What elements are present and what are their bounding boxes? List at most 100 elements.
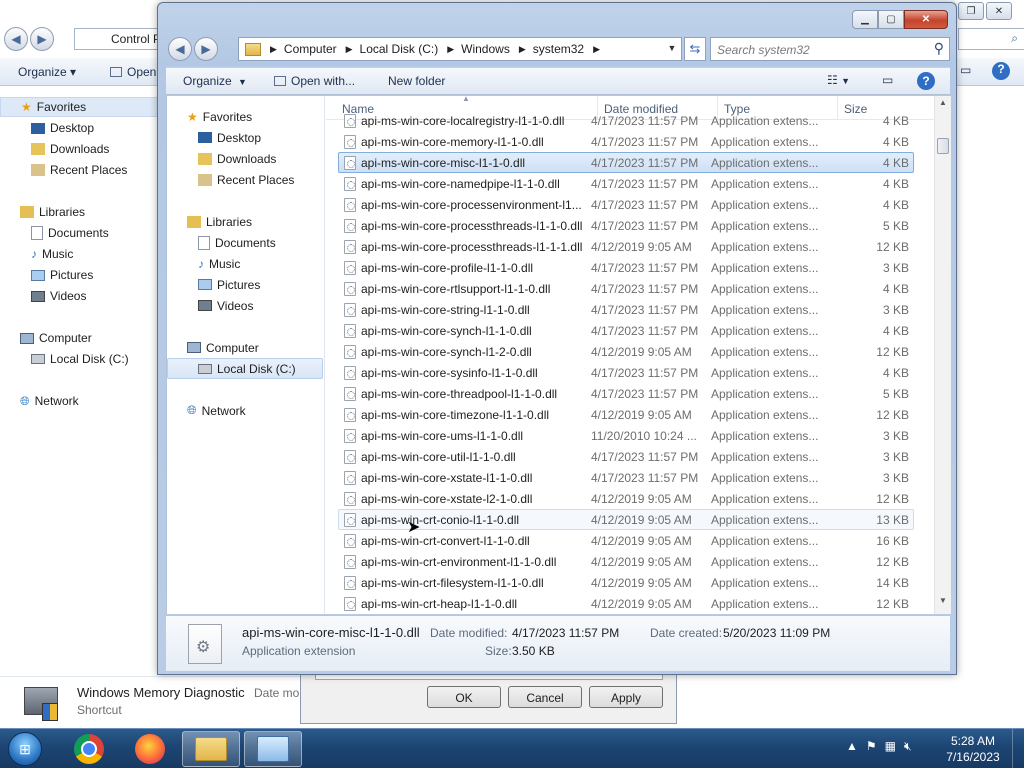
bg-nav-libraries[interactable]: Libraries [20,202,85,222]
file-row[interactable]: api-ms-win-core-xstate-l2-1-0.dll 4/12/20… [338,488,914,509]
scrollbar-thumb[interactable] [937,138,949,154]
close-button[interactable]: ✕ [904,10,948,29]
file-type: Application extens... [711,282,819,296]
nav-pictures[interactable]: Pictures [198,274,260,295]
file-row[interactable]: api-ms-win-core-util-l1-1-0.dll 4/17/2023… [338,446,914,467]
nav-favorites[interactable]: ★ Favorites [187,106,252,127]
apply-button[interactable]: Apply [589,686,663,708]
help-icon[interactable]: ? [917,72,935,90]
file-row[interactable]: api-ms-win-crt-convert-l1-1-0.dll 4/12/20… [338,530,914,551]
file-row[interactable]: api-ms-win-core-synch-l1-2-0.dll 4/12/201… [338,341,914,362]
file-row[interactable]: api-ms-win-crt-filesystem-l1-1-0.dll 4/12… [338,572,914,593]
bg-organize-button[interactable]: Organize ▾ [18,65,76,79]
file-row[interactable]: api-ms-win-crt-heap-l1-1-0.dll 4/12/2019 … [338,593,914,614]
bg-nav-recent-places[interactable]: Recent Places [31,160,127,180]
taskbar-control-panel-button[interactable] [244,731,302,767]
address-bar[interactable]: ▶ Computer ▶ Local Disk (C:) ▶ Windows ▶… [238,37,682,61]
maximize-button[interactable]: ▢ [878,10,904,29]
file-row[interactable]: api-ms-win-core-ums-l1-1-0.dll 11/20/2010… [338,425,914,446]
bg-nav-computer[interactable]: Computer [20,328,92,348]
bg-help-icon[interactable]: ? [992,62,1010,80]
bg-nav-videos[interactable]: Videos [31,286,86,306]
volume-muted-icon[interactable]: 🔇︎ [904,739,912,754]
file-row[interactable]: api-ms-win-core-processthreads-l1-1-0.dl… [338,215,914,236]
open-with-button[interactable]: Open with... [274,74,355,88]
bg-preview-pane-icon[interactable]: ▭ [960,63,971,77]
nav-computer[interactable]: Computer [187,337,259,358]
breadcrumb-local-disk[interactable]: Local Disk (C:) [360,42,439,56]
bg-open-button[interactable]: Open [110,65,156,79]
bg-nav-downloads[interactable]: Downloads [31,139,109,159]
bg-restore-button[interactable]: ❐ [958,2,984,20]
action-center-flag-icon[interactable]: ⚑ [866,739,877,754]
file-row[interactable]: api-ms-win-core-memory-l1-1-0.dll 4/17/20… [338,131,914,152]
file-row[interactable]: api-ms-win-core-timezone-l1-1-0.dll 4/12/… [338,404,914,425]
breadcrumb-computer[interactable]: Computer [284,42,337,56]
file-row[interactable]: api-ms-win-core-processenvironment-l1...… [338,194,914,215]
nav-music[interactable]: ♪ Music [198,253,240,274]
search-icon[interactable]: ⚲ [934,40,944,57]
preview-pane-icon[interactable]: ▭ [882,73,893,87]
bg-nav-favorites[interactable]: ★ Favorites [0,97,158,117]
cancel-button[interactable]: Cancel [508,686,582,708]
bg-nav-music[interactable]: ♪ Music [31,244,73,264]
taskbar-explorer-button[interactable] [182,731,240,767]
file-row[interactable]: api-ms-win-core-xstate-l1-1-0.dll 4/17/20… [338,467,914,488]
start-button[interactable]: ⊞ [2,730,48,768]
nav-libraries[interactable]: Libraries [187,211,252,232]
taskbar-chrome-button[interactable] [60,731,118,767]
taskbar-firefox-button[interactable] [121,731,179,767]
nav-recent-places[interactable]: Recent Places [198,169,294,190]
file-row[interactable]: api-ms-win-core-profile-l1-1-0.dll 4/17/2… [338,257,914,278]
bg-nav-network[interactable]: 🌐︎ Network [20,391,79,411]
vertical-scrollbar[interactable]: ▲ ▼ [934,96,951,614]
back-button[interactable]: ◀ [168,37,192,61]
file-row[interactable]: api-ms-win-core-threadpool-l1-1-0.dll 4/1… [338,383,914,404]
change-view-icon[interactable]: ☷ ▼ [827,73,850,87]
nav-videos[interactable]: Videos [198,295,253,316]
file-row[interactable]: api-ms-win-core-sysinfo-l1-1-0.dll 4/17/2… [338,362,914,383]
ok-button[interactable]: OK [427,686,501,708]
address-history-dropdown-icon[interactable]: ▼ [665,41,679,57]
breadcrumb-windows[interactable]: Windows [461,42,510,56]
file-type: Application extens... [711,429,819,443]
file-row[interactable]: api-ms-win-core-rtlsupport-l1-1-0.dll 4/1… [338,278,914,299]
file-row[interactable]: api-ms-win-core-string-l1-1-0.dll 4/17/20… [338,299,914,320]
nav-desktop[interactable]: Desktop [198,127,261,148]
bg-back-button[interactable]: ◀ [4,27,28,51]
file-row[interactable]: api-ms-win-crt-conio-l1-1-0.dll 4/12/2019… [338,509,914,530]
file-row[interactable]: api-ms-win-core-misc-l1-1-0.dll 4/17/2023… [338,152,914,173]
bg-forward-button[interactable]: ▶ [30,27,54,51]
new-folder-button[interactable]: New folder [388,74,445,88]
bg-nav-documents[interactable]: Documents [31,223,109,243]
file-row[interactable]: api-ms-win-core-synch-l1-1-0.dll 4/17/202… [338,320,914,341]
organize-button[interactable]: Organize ▼ [183,74,247,88]
scroll-down-icon[interactable]: ▼ [935,596,951,612]
breadcrumb-system32[interactable]: system32 [533,42,584,56]
search-input[interactable]: Search system32 ⚲ [710,37,950,61]
nav-downloads[interactable]: Downloads [198,148,276,169]
minimize-button[interactable]: ▁ [852,10,878,29]
bg-close-button[interactable]: ✕ [986,2,1012,20]
file-row[interactable]: api-ms-win-core-processthreads-l1-1-1.dl… [338,236,914,257]
downloads-icon [31,143,45,155]
show-hidden-icons-icon[interactable]: ▲ [846,739,858,754]
scroll-up-icon[interactable]: ▲ [935,98,951,114]
refresh-icon[interactable]: ⇆ [684,37,706,61]
bg-search-icon[interactable]: ⌕ [958,28,1024,50]
show-desktop-button[interactable] [1012,729,1024,768]
system-clock[interactable]: 5:28 AM 7/16/2023 [938,733,1008,765]
nav-documents[interactable]: Documents [198,232,276,253]
bg-nav-local-disk[interactable]: Local Disk (C:) [31,349,129,369]
network-status-icon[interactable]: ▦ [885,739,896,754]
file-name: api-ms-win-core-xstate-l1-1-0.dll [361,471,533,485]
bg-address-box[interactable]: Control P [74,28,164,50]
file-row[interactable]: api-ms-win-crt-environment-l1-1-0.dll 4/1… [338,551,914,572]
bg-nav-pictures[interactable]: Pictures [31,265,93,285]
bg-nav-desktop[interactable]: Desktop [31,118,94,138]
forward-button[interactable]: ▶ [194,37,218,61]
nav-network[interactable]: 🌐︎ Network [187,400,246,421]
nav-local-disk[interactable]: Local Disk (C:) [167,358,323,379]
file-row[interactable]: api-ms-win-core-localregistry-l1-1-0.dll… [338,110,914,131]
file-row[interactable]: api-ms-win-core-namedpipe-l1-1-0.dll 4/17… [338,173,914,194]
